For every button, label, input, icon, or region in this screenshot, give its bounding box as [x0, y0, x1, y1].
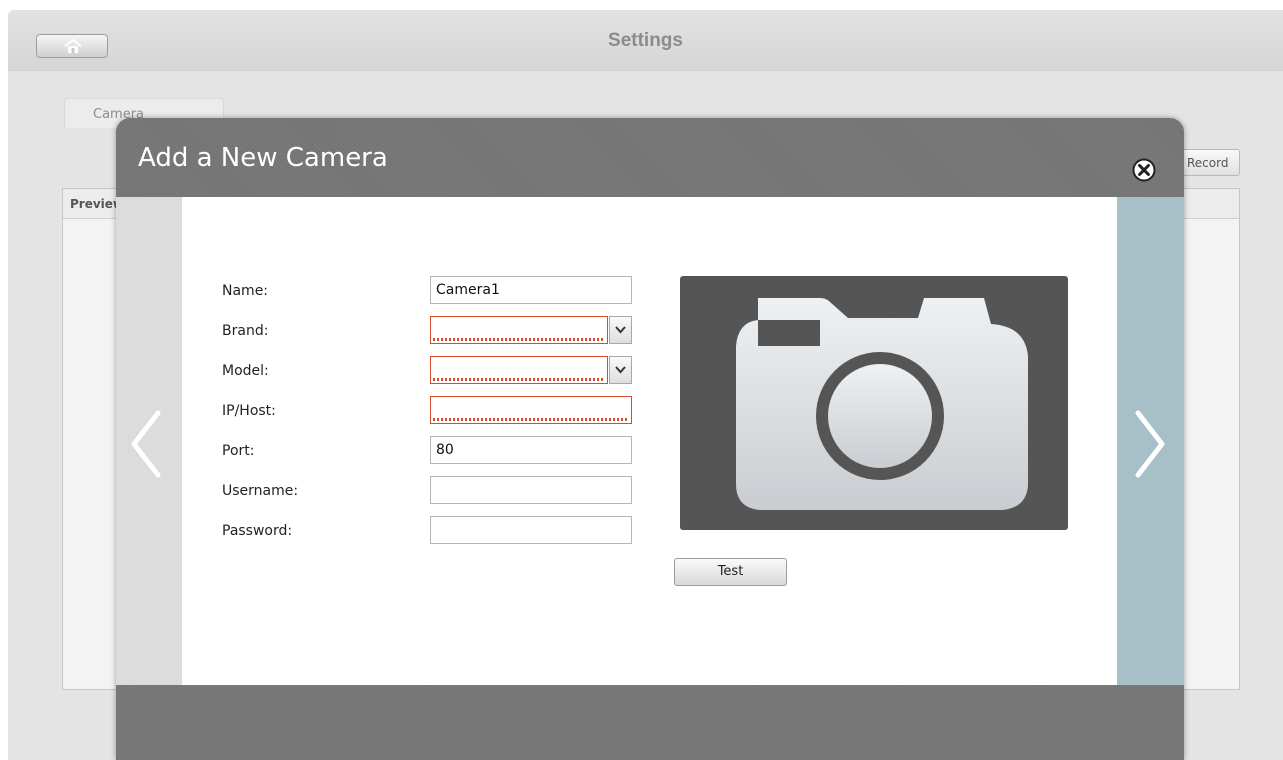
ip-host-label: IP/Host: — [222, 403, 276, 419]
dialog-body: Name: Camera1 Brand: Model: IP/Host: Por… — [116, 197, 1184, 685]
ip-host-field[interactable] — [430, 396, 632, 424]
page-title: Settings — [608, 30, 683, 51]
password-field[interactable] — [430, 516, 632, 544]
test-button[interactable]: Test — [674, 558, 787, 586]
model-select[interactable] — [430, 356, 608, 384]
camera-icon — [736, 298, 1028, 510]
port-label: Port: — [222, 443, 255, 459]
name-field-value: Camera1 — [436, 282, 500, 298]
camera-preview — [680, 276, 1068, 530]
previous-button[interactable] — [116, 197, 182, 685]
title-bar: Settings — [8, 10, 1283, 71]
name-label: Name: — [222, 283, 269, 299]
brand-label: Brand: — [222, 323, 269, 339]
brand-select[interactable] — [430, 316, 608, 344]
name-field[interactable]: Camera1 — [430, 276, 632, 304]
password-label: Password: — [222, 523, 293, 539]
chevron-right-icon — [1135, 410, 1165, 478]
close-button[interactable] — [1132, 158, 1156, 182]
dropdown-arrow-icon — [615, 366, 626, 374]
dialog-footer — [116, 685, 1184, 760]
record-button-label: Record — [1187, 156, 1229, 170]
close-icon — [1132, 158, 1156, 182]
model-label: Model: — [222, 363, 269, 379]
dropdown-arrow-icon — [615, 326, 626, 334]
username-field[interactable] — [430, 476, 632, 504]
add-camera-dialog: Add a New Camera Name: Camera1 Brand: Mo… — [116, 118, 1184, 760]
port-field[interactable]: 80 — [430, 436, 632, 464]
dialog-header: Add a New Camera — [116, 118, 1184, 197]
port-field-value: 80 — [436, 442, 454, 458]
dialog-title: Add a New Camera — [138, 143, 388, 173]
chevron-left-icon — [131, 410, 161, 478]
brand-dropdown-button[interactable] — [609, 316, 632, 344]
model-dropdown-button[interactable] — [609, 356, 632, 384]
next-button[interactable] — [1117, 197, 1184, 685]
username-label: Username: — [222, 483, 299, 499]
